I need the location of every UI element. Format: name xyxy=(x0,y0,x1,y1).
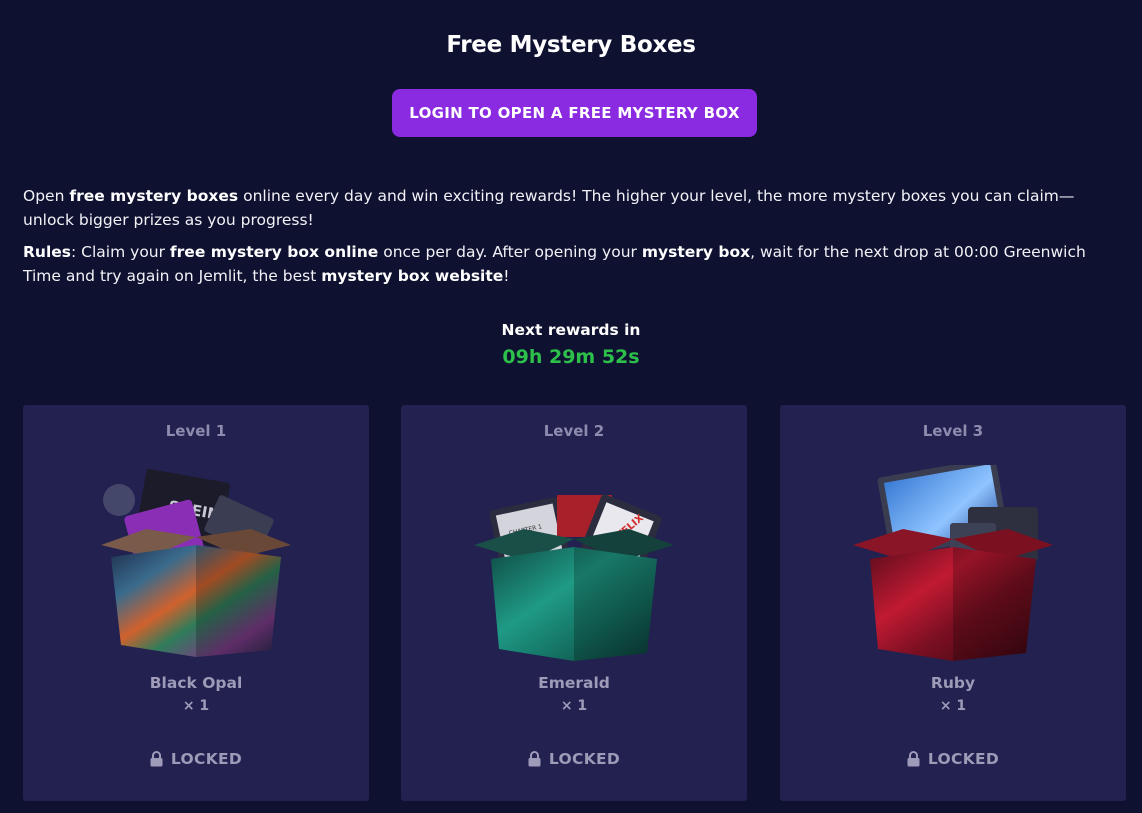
description-intro: Open free mystery boxes online every day… xyxy=(23,184,1123,232)
box-card-emerald[interactable]: Level 2 CHAPTER 1 NETFLIX Emerald xyxy=(401,405,747,801)
page-title: Free Mystery Boxes xyxy=(446,32,696,58)
text-run: : Claim your xyxy=(71,243,170,261)
text-run: once per day. After opening your xyxy=(378,243,642,261)
countdown-label: Next rewards in xyxy=(501,321,641,339)
page: Free Mystery Boxes LOGIN TO OPEN A FREE … xyxy=(0,0,1142,813)
box-name: Black Opal xyxy=(149,674,243,692)
bold-text: Rules xyxy=(23,243,72,261)
text-run: ! xyxy=(503,267,510,285)
emerald-box-image: CHAPTER 1 NETFLIX xyxy=(474,494,674,661)
bold-text: mystery box website xyxy=(321,267,504,285)
locked-label: LOCKED xyxy=(170,750,243,768)
lock-icon xyxy=(907,751,920,767)
locked-status: LOCKED xyxy=(23,750,369,768)
box-name: Ruby xyxy=(930,674,976,692)
locked-label: LOCKED xyxy=(548,750,621,768)
box-name: Emerald xyxy=(538,674,610,692)
countdown-timer: 09h 29m 52s xyxy=(502,346,640,368)
black-opal-box-image: SHEIN xyxy=(101,468,291,657)
locked-label: LOCKED xyxy=(927,750,1000,768)
bold-text: mystery box xyxy=(641,243,751,261)
box-quantity: × 1 xyxy=(560,698,588,714)
ruby-box-image xyxy=(853,465,1053,661)
box-level: Level 3 xyxy=(922,422,984,440)
locked-status: LOCKED xyxy=(780,750,1126,768)
box-quantity: × 1 xyxy=(182,698,210,714)
box-level: Level 1 xyxy=(165,422,227,440)
locked-status: LOCKED xyxy=(401,750,747,768)
description-rules: Rules: Claim your free mystery box onlin… xyxy=(23,240,1123,288)
box-quantity: × 1 xyxy=(939,698,967,714)
box-card-ruby[interactable]: Level 3 Ruby × 1 LOCKED xyxy=(780,405,1126,801)
bold-text: free mystery box online xyxy=(169,243,379,261)
box-level: Level 2 xyxy=(543,422,605,440)
login-button[interactable]: LOGIN TO OPEN A FREE MYSTERY BOX xyxy=(392,89,757,137)
bold-text: free mystery boxes xyxy=(69,187,239,205)
lock-icon xyxy=(150,751,163,767)
box-card-black-opal[interactable]: Level 1 SHEIN Black Opal xyxy=(23,405,369,801)
text-run: Open xyxy=(23,187,70,205)
lock-icon xyxy=(528,751,541,767)
